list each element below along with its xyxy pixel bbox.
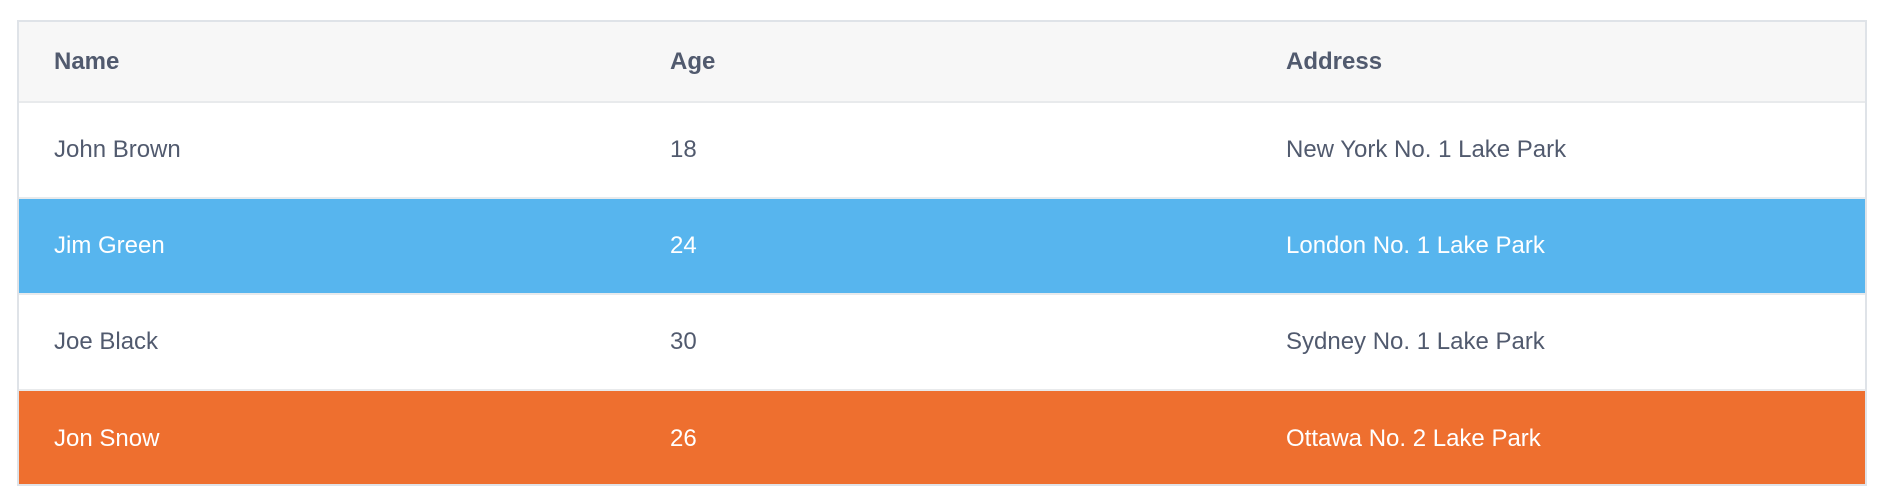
cell-age: 30 (670, 328, 697, 355)
cell-age: 24 (635, 198, 1251, 294)
page: Name Age Address John Brown 18 New York … (0, 0, 1884, 500)
column-header-address: Address (1286, 47, 1383, 75)
cell-address: Ottawa No. 2 Lake Park (1251, 390, 1865, 484)
table-row[interactable]: John Brown 18 New York No. 1 Lake Park (19, 102, 1865, 198)
data-table: Name Age Address John Brown 18 New York … (17, 20, 1867, 486)
column-header-name: Name (54, 47, 120, 75)
header-row: Name Age Address (19, 22, 1865, 102)
cell-address: New York No. 1 Lake Park (1286, 136, 1567, 163)
table-row[interactable]: Jon Snow 26 Ottawa No. 2 Lake Park (19, 390, 1865, 484)
table-row[interactable]: Joe Black 30 Sydney No. 1 Lake Park (19, 294, 1865, 390)
cell-address: London No. 1 Lake Park (1251, 198, 1865, 294)
table-header: Name Age Address (19, 22, 1865, 102)
cell-age: 18 (670, 136, 697, 163)
table-row[interactable]: Jim Green 24 London No. 1 Lake Park (19, 198, 1865, 294)
table: Name Age Address John Brown 18 New York … (19, 22, 1865, 484)
table-body: John Brown 18 New York No. 1 Lake Park J… (19, 102, 1865, 484)
cell-age: 26 (635, 390, 1251, 484)
cell-name: Jim Green (19, 198, 635, 294)
column-header-age: Age (670, 47, 716, 75)
cell-name: Jon Snow (19, 390, 635, 484)
cell-name: Joe Black (54, 328, 159, 355)
cell-address: Sydney No. 1 Lake Park (1286, 328, 1545, 355)
cell-name: John Brown (54, 136, 181, 163)
